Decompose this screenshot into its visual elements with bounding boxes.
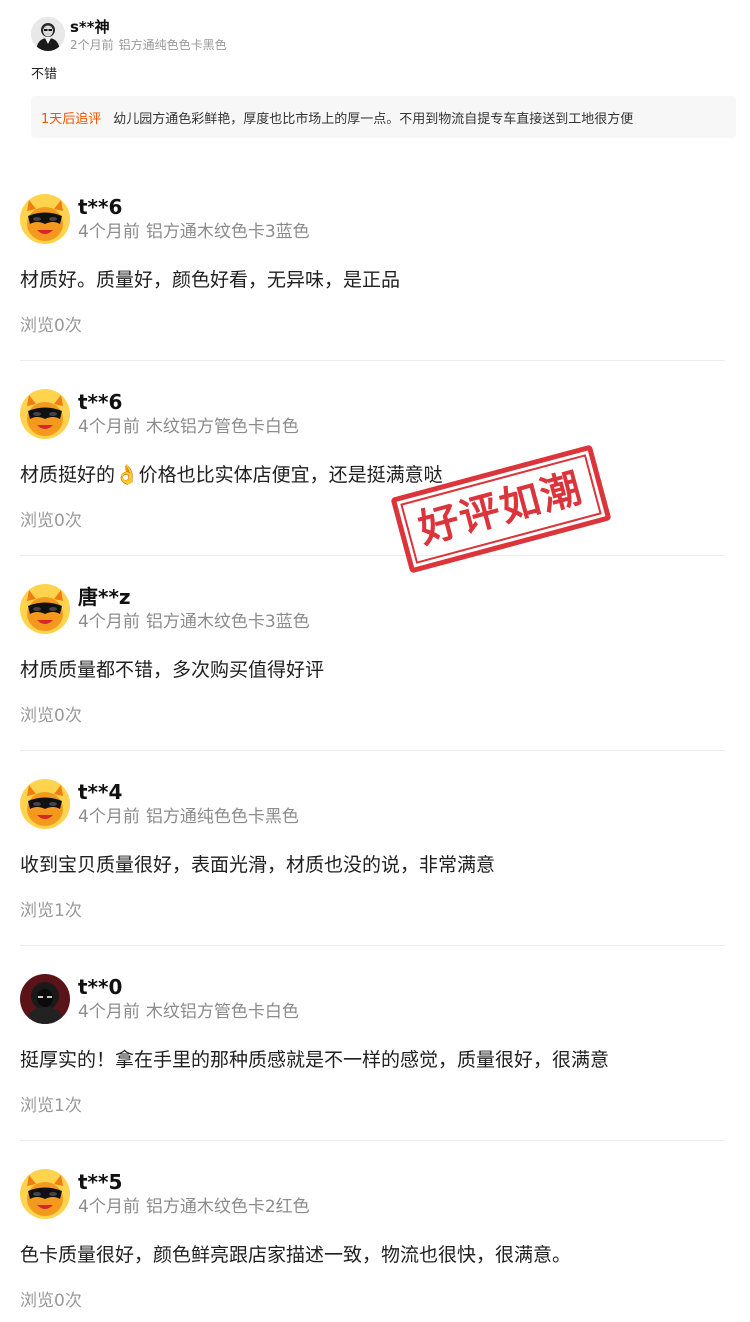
view-count: 浏览0次 bbox=[20, 511, 82, 531]
reviewer-name: t**6 bbox=[78, 195, 123, 219]
user-avatar[interactable] bbox=[31, 17, 65, 51]
review-item: t**0 4个月前 木纹铝方管色卡白色 挺厚实的！拿在手里的那种质感就是不一样的感… bbox=[0, 974, 750, 1169]
reviewer-name: t**4 bbox=[78, 780, 123, 804]
review-sku: 铝方通纯色色卡黑色 bbox=[145, 807, 299, 827]
review-meta: 4个月前 木纹铝方管色卡白色 bbox=[78, 1000, 299, 1024]
review-time: 4个月前 bbox=[78, 1197, 140, 1217]
review-time: 2个月前 bbox=[70, 38, 114, 52]
user-avatar[interactable] bbox=[20, 194, 70, 244]
followup-review: 1天后追评 幼儿园方通色彩鲜艳，厚度也比市场上的厚一点。不用到物流自提专车直接送… bbox=[31, 96, 736, 138]
review-sku: 木纹铝方管色卡白色 bbox=[145, 1002, 299, 1022]
man-portrait-avatar-icon bbox=[31, 17, 65, 51]
reviewer-name: s**神 bbox=[70, 18, 110, 36]
review-meta: 2个月前 铝方通纯色色卡黑色 bbox=[70, 37, 227, 53]
divider bbox=[20, 750, 725, 751]
user-avatar[interactable] bbox=[20, 584, 70, 634]
view-count: 浏览0次 bbox=[20, 1291, 82, 1311]
user-avatar[interactable] bbox=[20, 1169, 70, 1219]
review-sku: 铝方通木纹色卡2红色 bbox=[145, 1197, 310, 1217]
review-meta: 4个月前 木纹铝方管色卡白色 bbox=[78, 415, 299, 439]
cartoon-mascot-avatar-icon bbox=[20, 1169, 70, 1219]
review-meta: 4个月前 铝方通木纹色卡2红色 bbox=[78, 1195, 310, 1219]
review-item: t**6 4个月前 铝方通木纹色卡3蓝色 材质好。质量好，颜色好看，无异味，是正品… bbox=[0, 194, 750, 389]
review-content: 收到宝贝质量很好，表面光滑，材质也没的说，非常满意 bbox=[20, 854, 496, 876]
review-time: 4个月前 bbox=[78, 807, 140, 827]
review-item: t**4 4个月前 铝方通纯色色卡黑色 收到宝贝质量很好，表面光滑，材质也没的说，… bbox=[0, 779, 750, 974]
user-avatar[interactable] bbox=[20, 974, 70, 1024]
view-count: 浏览1次 bbox=[20, 901, 82, 921]
reviewer-name: t**0 bbox=[78, 975, 123, 999]
view-count: 浏览1次 bbox=[20, 1096, 82, 1116]
review-content: 挺厚实的！拿在手里的那种质感就是不一样的感觉，质量很好，很满意 bbox=[20, 1049, 610, 1071]
review-list-page: s**神 2个月前 铝方通纯色色卡黑色 不错 1天后追评 幼儿园方通色彩鲜艳，厚度… bbox=[0, 0, 750, 1322]
review-sku: 铝方通纯色色卡黑色 bbox=[118, 38, 227, 52]
review-sku: 木纹铝方管色卡白色 bbox=[145, 417, 299, 437]
reviewer-name: t**5 bbox=[78, 1170, 123, 1194]
review-sku: 铝方通木纹色卡3蓝色 bbox=[145, 222, 310, 242]
review-time: 4个月前 bbox=[78, 222, 140, 242]
user-avatar[interactable] bbox=[20, 389, 70, 439]
review-item: t**5 4个月前 铝方通木纹色卡2红色 色卡质量很好，颜色鲜亮跟店家描述一致，物… bbox=[0, 1169, 750, 1322]
review-item: 唐**z 4个月前 铝方通木纹色卡3蓝色 材质质量都不错，多次购买值得好评 浏览0… bbox=[0, 584, 750, 779]
review-meta: 4个月前 铝方通木纹色卡3蓝色 bbox=[78, 610, 310, 634]
followup-tag: 1天后追评 bbox=[41, 111, 102, 127]
top-review-item: s**神 2个月前 铝方通纯色色卡黑色 不错 1天后追评 幼儿园方通色彩鲜艳，厚度… bbox=[0, 0, 750, 160]
review-content: 材质好。质量好，颜色好看，无异味，是正品 bbox=[20, 269, 401, 291]
review-time: 4个月前 bbox=[78, 417, 140, 437]
view-count: 浏览0次 bbox=[20, 706, 82, 726]
cartoon-mascot-avatar-icon bbox=[20, 584, 70, 634]
review-content: 材质质量都不错，多次购买值得好评 bbox=[20, 659, 325, 681]
reviewer-name: 唐**z bbox=[78, 585, 131, 609]
followup-text: 幼儿园方通色彩鲜艳，厚度也比市场上的厚一点。不用到物流自提专车直接送到工地很方便 bbox=[113, 111, 634, 127]
review-meta: 4个月前 铝方通纯色色卡黑色 bbox=[78, 805, 299, 829]
review-sku: 铝方通木纹色卡3蓝色 bbox=[145, 612, 310, 632]
view-count: 浏览0次 bbox=[20, 316, 82, 336]
reviewer-name: t**6 bbox=[78, 390, 123, 414]
review-content: 不错 bbox=[31, 67, 58, 82]
divider bbox=[20, 945, 725, 946]
divider bbox=[20, 555, 725, 556]
hooded-figure-avatar-icon bbox=[20, 974, 70, 1024]
review-time: 4个月前 bbox=[78, 1002, 140, 1022]
review-meta: 4个月前 铝方通木纹色卡3蓝色 bbox=[78, 220, 310, 244]
review-content: 色卡质量很好，颜色鲜亮跟店家描述一致，物流也很快，很满意。 bbox=[20, 1244, 572, 1266]
review-time: 4个月前 bbox=[78, 612, 140, 632]
divider bbox=[20, 1140, 725, 1141]
user-avatar[interactable] bbox=[20, 779, 70, 829]
cartoon-mascot-avatar-icon bbox=[20, 779, 70, 829]
review-content: 材质挺好的👌价格也比实体店便宜，还是挺满意哒 bbox=[20, 464, 443, 486]
divider bbox=[20, 360, 725, 361]
review-item: t**6 4个月前 木纹铝方管色卡白色 材质挺好的👌价格也比实体店便宜，还是挺满意… bbox=[0, 389, 750, 584]
cartoon-mascot-avatar-icon bbox=[20, 389, 70, 439]
cartoon-mascot-avatar-icon bbox=[20, 194, 70, 244]
